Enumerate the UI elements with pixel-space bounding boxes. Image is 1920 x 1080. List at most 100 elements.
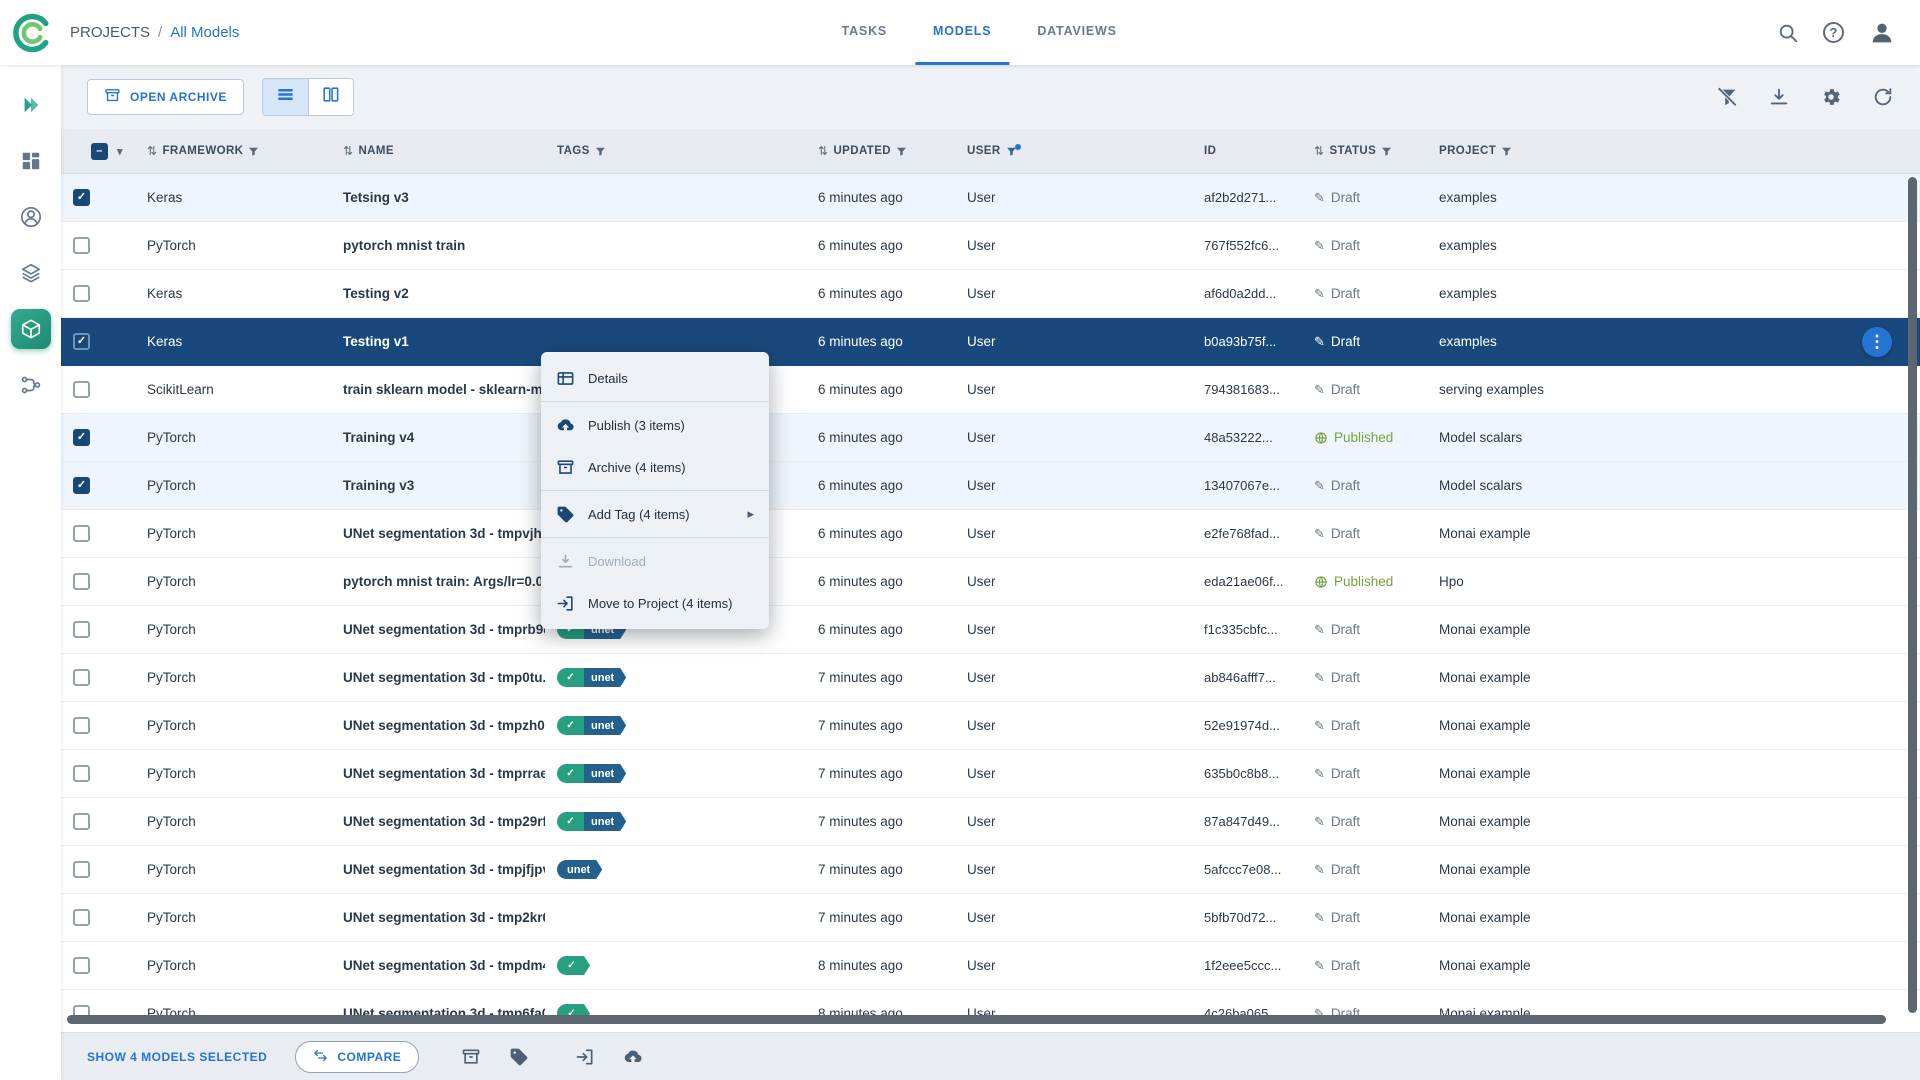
user-avatar[interactable] (1868, 19, 1896, 47)
column-label: NAME (358, 145, 394, 157)
select-all-caret[interactable]: ▾ (117, 145, 123, 158)
cell-project: examples (1439, 238, 1497, 253)
row-checkbox[interactable] (73, 621, 90, 638)
select-all-checkbox[interactable]: – (91, 142, 108, 160)
card-view-toggle[interactable] (307, 79, 353, 115)
table-row[interactable]: Keras Testing v2 6 minutes ago User af6d… (61, 270, 1920, 318)
breadcrumb-all-models[interactable]: All Models (170, 24, 239, 41)
sidebar-item-dashboard[interactable] (11, 141, 51, 181)
filter-icon[interactable] (595, 146, 606, 157)
clear-filters-icon[interactable] (1716, 86, 1738, 108)
menu-item-move-to-project[interactable]: Move to Project (4 items) (541, 582, 769, 624)
clearml-logo[interactable] (10, 11, 54, 55)
archive-selected-icon[interactable] (461, 1047, 481, 1067)
row-select-cell (61, 813, 135, 830)
download-table-icon[interactable] (1768, 86, 1790, 108)
tab-dataviews[interactable]: DATAVIEWS (1019, 0, 1134, 65)
menu-item-add-tag[interactable]: Add Tag (4 items) ▸ (541, 493, 769, 535)
row-checkbox[interactable]: ✓ (73, 477, 90, 494)
settings-gear-icon[interactable] (1820, 86, 1842, 108)
sidebar-item-pipelines[interactable] (11, 365, 51, 405)
row-checkbox[interactable] (73, 909, 90, 926)
table-row[interactable]: ✓ PyTorch Training v4 6 minutes ago User… (61, 414, 1920, 462)
filter-icon-active[interactable] (1006, 143, 1021, 157)
sort-icon[interactable]: ⇅ (343, 144, 353, 158)
sort-icon[interactable]: ⇅ (818, 144, 828, 158)
cell-framework: PyTorch (147, 430, 196, 445)
column-header-name[interactable]: ⇅ NAME (331, 129, 545, 173)
vertical-scrollbar[interactable] (1908, 177, 1917, 1013)
tag-selected-icon[interactable] (509, 1047, 529, 1067)
row-checkbox[interactable] (73, 765, 90, 782)
row-checkbox[interactable] (73, 525, 90, 542)
table-row[interactable]: PyTorch pytorch mnist train: Args/lr=0.0… (61, 558, 1920, 606)
sort-icon[interactable]: ⇅ (1314, 144, 1324, 158)
tab-tasks[interactable]: TASKS (824, 0, 905, 65)
table-row[interactable]: PyTorch UNet segmentation 3d - tmpzh0...… (61, 702, 1920, 750)
menu-item-details[interactable]: Details (541, 357, 769, 399)
column-header-project[interactable]: PROJECT (1427, 129, 1920, 173)
open-archive-button[interactable]: OPEN ARCHIVE (87, 79, 244, 115)
column-header-tags[interactable]: TAGS (545, 129, 806, 173)
row-checkbox[interactable] (73, 285, 90, 302)
row-checkbox[interactable] (73, 669, 90, 686)
refresh-icon[interactable] (1872, 86, 1894, 108)
column-header-user[interactable]: USER (955, 129, 1192, 173)
table-row[interactable]: PyTorch UNet segmentation 3d - tmpjfjpv.… (61, 846, 1920, 894)
column-header-framework[interactable]: ⇅ FRAMEWORK (135, 129, 331, 173)
cell-framework: PyTorch (147, 814, 196, 829)
move-to-project-icon[interactable] (575, 1047, 595, 1067)
selection-count-label[interactable]: SHOW 4 MODELS SELECTED (87, 1050, 267, 1064)
table-view-toggle[interactable] (262, 79, 308, 115)
table-row[interactable]: PyTorch UNet segmentation 3d - tmpdm4...… (61, 942, 1920, 990)
row-checkbox[interactable] (73, 861, 90, 878)
table-row[interactable]: PyTorch UNet segmentation 3d - tmp0tu...… (61, 654, 1920, 702)
cell-project: Monai example (1439, 670, 1531, 685)
column-header-id[interactable]: ID (1192, 129, 1302, 173)
table-row[interactable]: PyTorch UNet segmentation 3d - tmp29rf..… (61, 798, 1920, 846)
table-row[interactable]: ✓ PyTorch Training v3 6 minutes ago User… (61, 462, 1920, 510)
table-row[interactable]: PyTorch UNet segmentation 3d - tmp2kr0..… (61, 894, 1920, 942)
row-checkbox[interactable] (73, 957, 90, 974)
row-checkbox[interactable] (73, 813, 90, 830)
sidebar-item-datasets[interactable] (11, 253, 51, 293)
table-row[interactable]: ✓ Keras Tetsing v3 6 minutes ago User af… (61, 174, 1920, 222)
row-checkbox[interactable] (73, 381, 90, 398)
sidebar-item-launch[interactable] (11, 85, 51, 125)
search-icon[interactable] (1777, 22, 1799, 44)
horizontal-scrollbar[interactable] (67, 1015, 1886, 1024)
filter-icon[interactable] (896, 146, 907, 157)
row-checkbox[interactable]: ✓ (73, 189, 90, 206)
menu-item-publish[interactable]: Publish (3 items) (541, 404, 769, 446)
row-select-cell (61, 957, 135, 974)
breadcrumb-projects[interactable]: PROJECTS (70, 24, 150, 41)
table-row[interactable]: PyTorch UNet segmentation 3d - tmprrae..… (61, 750, 1920, 798)
compare-button[interactable]: COMPARE (295, 1040, 420, 1073)
table-row[interactable]: PyTorch UNet segmentation 3d - tmprb9d..… (61, 606, 1920, 654)
tab-models[interactable]: MODELS (915, 0, 1010, 65)
row-checkbox[interactable] (73, 573, 90, 590)
help-icon[interactable]: ? (1823, 22, 1844, 43)
filter-icon[interactable] (1501, 146, 1512, 157)
menu-item-archive[interactable]: Archive (4 items) (541, 446, 769, 488)
column-header-updated[interactable]: ⇅ UPDATED (806, 129, 955, 173)
row-checkbox[interactable]: ✓ (73, 429, 90, 446)
menu-item-download[interactable]: Download (541, 540, 769, 582)
filter-icon[interactable] (1381, 146, 1392, 157)
row-checkbox[interactable] (73, 237, 90, 254)
filter-icon[interactable] (248, 146, 259, 157)
row-checkbox[interactable] (73, 717, 90, 734)
cell-status: ✎ Draft (1302, 814, 1427, 830)
table-row[interactable]: PyTorch pytorch mnist train 6 minutes ag… (61, 222, 1920, 270)
table-row[interactable]: PyTorch UNet segmentation 3d - tmp6fa0..… (61, 990, 1920, 1032)
publish-selected-icon[interactable] (623, 1047, 643, 1067)
sort-icon[interactable]: ⇅ (147, 144, 157, 158)
row-checkbox[interactable]: ✓ (73, 333, 90, 350)
sidebar-item-models[interactable] (10, 309, 51, 349)
table-row[interactable]: ScikitLearn train sklearn model - sklear… (61, 366, 1920, 414)
table-row[interactable]: PyTorch UNet segmentation 3d - tmpvjhyl.… (61, 510, 1920, 558)
column-header-status[interactable]: ⇅ STATUS (1302, 129, 1427, 173)
sidebar-item-projects[interactable] (11, 197, 51, 237)
table-row[interactable]: ✓ Keras Testing v1 6 minutes ago User b0… (61, 318, 1920, 366)
row-actions-button[interactable]: ⋮ (1862, 326, 1892, 357)
